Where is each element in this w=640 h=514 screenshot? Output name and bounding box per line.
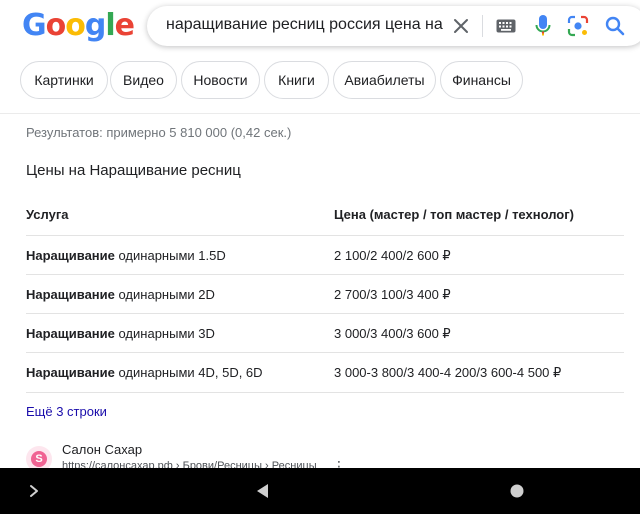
service-cell: Наращивание одинарными 1.5D [26, 248, 226, 263]
service-detail: одинарными 2D [114, 287, 215, 302]
table-row: Наращивание одинарными 2D 2 700/3 100/3 … [26, 275, 624, 314]
service-cell: Наращивание одинарными 4D, 5D, 6D [26, 365, 263, 380]
chip-finance[interactable]: Финансы [440, 61, 523, 99]
search-filter-chips: Картинки Видео Новости Книги Авиабилеты … [0, 61, 640, 101]
clear-icon[interactable] [449, 14, 473, 38]
search-input[interactable]: наращивание ресниц россия цена на ус [166, 16, 444, 34]
logo-letter: o [65, 8, 86, 43]
table-header-row: Услуга Цена (мастер / топ мастер / техно… [26, 196, 624, 236]
service-keyword: Наращивание [26, 287, 115, 302]
service-cell: Наращивание одинарными 3D [26, 326, 215, 341]
service-cell: Наращивание одинарными 2D [26, 287, 215, 302]
header-price: Цена (мастер / топ мастер / технолог) [334, 207, 574, 222]
search-icon[interactable] [603, 14, 627, 38]
more-rows-link[interactable]: Ещё 3 строки [26, 404, 107, 419]
keyboard-icon[interactable] [494, 14, 518, 38]
search-divider [482, 15, 483, 37]
logo-letter: e [114, 8, 135, 43]
price-table: Услуга Цена (мастер / топ мастер / техно… [26, 196, 624, 393]
chip-images[interactable]: Картинки [20, 61, 108, 99]
result-site-name[interactable]: Салон Сахар [62, 442, 142, 457]
search-result[interactable]: S Салон Сахар https://салонсахар.рф › Бр… [26, 440, 626, 474]
logo-letter: G [22, 8, 47, 43]
header-service: Услуга [26, 207, 69, 222]
service-keyword: Наращивание [26, 365, 115, 380]
chip-news[interactable]: Новости [181, 61, 260, 99]
chip-flights[interactable]: Авиабилеты [333, 61, 436, 99]
price-cell: 2 700/3 100/3 400 ₽ [334, 287, 451, 302]
google-logo[interactable]: Google [22, 8, 135, 43]
service-detail: одинарными 4D, 5D, 6D [114, 365, 263, 380]
logo-letter: g [84, 8, 107, 43]
system-navigation-bar [0, 468, 640, 514]
microphone-icon[interactable] [531, 14, 555, 38]
table-row: Наращивание одинарными 4D, 5D, 6D 3 000-… [26, 353, 624, 393]
lens-icon[interactable] [566, 14, 590, 38]
table-row: Наращивание одинарными 1.5D 2 100/2 400/… [26, 236, 624, 275]
table-row: Наращивание одинарными 3D 3 000/3 400/3 … [26, 314, 624, 353]
search-header: Google наращивание ресниц россия цена на… [0, 0, 640, 52]
search-box[interactable]: наращивание ресниц россия цена на ус [147, 6, 640, 46]
price-cell: 3 000-3 800/3 400-4 200/3 600-4 500 ₽ [334, 365, 562, 380]
service-keyword: Наращивание [26, 248, 115, 263]
service-keyword: Наращивание [26, 326, 115, 341]
home-icon[interactable] [505, 468, 529, 514]
service-detail: одинарными 3D [114, 326, 215, 341]
back-icon[interactable] [250, 468, 274, 514]
price-cell: 2 100/2 400/2 600 ₽ [334, 248, 451, 263]
price-table-title: Цены на Наращивание ресниц [26, 162, 241, 179]
service-detail: одинарными 1.5D [114, 248, 226, 263]
chip-books[interactable]: Книги [264, 61, 329, 99]
result-stats: Результатов: примерно 5 810 000 (0,42 се… [26, 125, 292, 140]
logo-letter: l [105, 8, 115, 43]
logo-letter: o [45, 8, 67, 43]
favicon-letter: S [31, 451, 47, 467]
price-cell: 3 000/3 400/3 600 ₽ [334, 326, 451, 341]
chip-video[interactable]: Видео [110, 61, 177, 99]
chevron-right-icon[interactable] [22, 468, 46, 514]
header-divider [0, 113, 640, 114]
